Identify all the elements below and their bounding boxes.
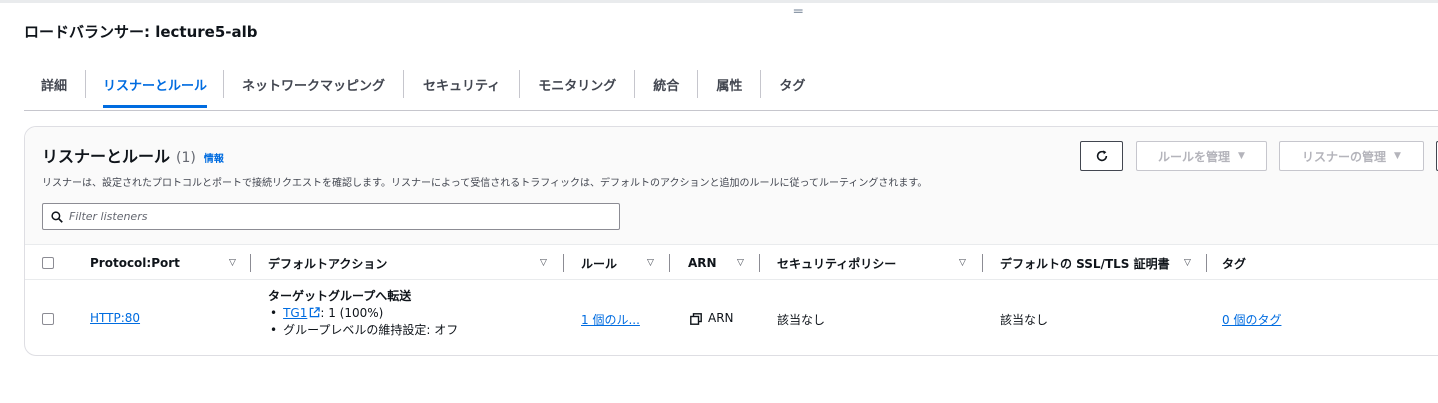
sort-caret-icon[interactable]: ▽ [959,245,966,281]
column-tags[interactable]: タグ [1222,245,1246,281]
arn-label: ARN [708,311,734,325]
tab-bar: 詳細 リスナーとルール ネットワークマッピング セキュリティ モニタリング 統合… [24,66,823,108]
column-security-policy[interactable]: セキュリティポリシー [777,245,896,281]
security-policy-value: 該当なし [777,313,826,327]
column-ssl-cert[interactable]: デフォルトの SSL/TLS 証明書 [1000,245,1170,281]
tags-link[interactable]: 0 個のタグ [1222,311,1281,328]
column-divider[interactable] [250,254,251,272]
target-group-link[interactable]: TG1 [283,306,307,320]
rules-link[interactable]: 1 個のル... [581,311,640,328]
drag-handle-icon[interactable]: ═ [794,5,802,19]
caret-down-icon: ▼ [1394,151,1401,161]
tab-tags[interactable]: タグ [761,66,823,102]
panel-description: リスナーは、設定されたプロトコルとポートで接続リクエストを確認します。リスナーに… [42,178,928,189]
panel-header: リスナーとルール (1) 情報 リスナーは、設定されたプロトコルとポートで接続リ… [25,127,1438,244]
panel-heading: リスナーとルール (1) 情報 [42,143,224,167]
tabs-underline [24,110,1438,111]
column-divider[interactable] [759,254,760,272]
row-checkbox[interactable] [42,313,54,325]
column-divider[interactable] [982,254,983,272]
select-all-checkbox[interactable] [42,257,54,269]
tab-integrations[interactable]: 統合 [635,66,697,102]
info-link[interactable]: 情報 [204,150,224,165]
tab-attributes[interactable]: 属性 [698,66,760,102]
sort-caret-icon[interactable]: ▽ [737,245,744,281]
sort-caret-icon[interactable]: ▽ [540,245,547,281]
external-link-icon[interactable] [309,307,321,318]
ssl-cert-value: 該当なし [1000,313,1049,327]
column-arn[interactable]: ARN [688,245,717,281]
filter-listeners-field[interactable] [42,203,620,230]
default-action-title: ターゲットグループへ転送 [268,289,412,303]
copy-icon[interactable] [690,312,702,325]
manage-listener-button[interactable]: リスナーの管理 ▼ [1279,141,1424,171]
page-title: ロードバランサー: lecture5-alb [24,23,258,41]
top-divider [0,0,1438,3]
protocol-port-link[interactable]: HTTP:80 [90,311,140,325]
target-weight: : 1 (100%) [320,306,384,320]
sort-caret-icon[interactable]: ▽ [1184,245,1191,281]
column-divider[interactable] [1206,254,1207,272]
column-protocol-port[interactable]: Protocol:Port [90,245,180,281]
sort-caret-icon[interactable]: ▽ [647,245,654,281]
manage-rules-button[interactable]: ルールを管理 ▼ [1136,141,1267,171]
tab-details[interactable]: 詳細 [24,66,85,102]
tab-network-mapping[interactable]: ネットワークマッピング [224,66,403,102]
manage-listener-label: リスナーの管理 [1302,149,1387,164]
stickiness-text: グループレベルの維持設定: オフ [283,323,459,337]
column-divider[interactable] [669,254,670,272]
arn-copy[interactable]: ARN [690,311,734,325]
caret-down-icon: ▼ [1238,151,1245,161]
manage-rules-label: ルールを管理 [1158,149,1231,164]
stickiness-item: グループレベルの維持設定: オフ [268,322,458,339]
refresh-button[interactable] [1080,141,1123,171]
listener-count: (1) [176,150,196,166]
panel-title: リスナーとルール [42,147,171,166]
default-action-list: TG1 : 1 (100%) グループレベルの維持設定: オフ [268,305,458,339]
table-header: Protocol:Port ▽ デフォルトアクション ▽ ルール ▽ ARN ▽… [25,244,1438,280]
default-action-cell: ターゲットグループへ転送 TG1 : 1 (100%) グループレベルの維持設定:… [268,288,458,339]
tab-monitoring[interactable]: モニタリング [520,66,634,102]
column-rules[interactable]: ルール [581,245,617,281]
filter-listeners-input[interactable] [69,210,609,223]
tab-listeners-and-rules[interactable]: リスナーとルール [103,66,208,108]
tab-security[interactable]: セキュリティ [404,66,519,102]
tab-divider [85,70,87,98]
listeners-panel: リスナーとルール (1) 情報 リスナーは、設定されたプロトコルとポートで接続リ… [24,126,1438,356]
refresh-icon [1096,150,1107,162]
column-default-action[interactable]: デフォルトアクション [268,245,387,281]
search-icon [51,210,63,223]
sort-caret-icon[interactable]: ▽ [229,245,236,281]
column-divider[interactable] [563,254,564,272]
target-group-item: TG1 : 1 (100%) [268,305,458,322]
table-row: HTTP:80 ターゲットグループへ転送 TG1 : 1 (100%) グループレ… [25,280,1438,355]
